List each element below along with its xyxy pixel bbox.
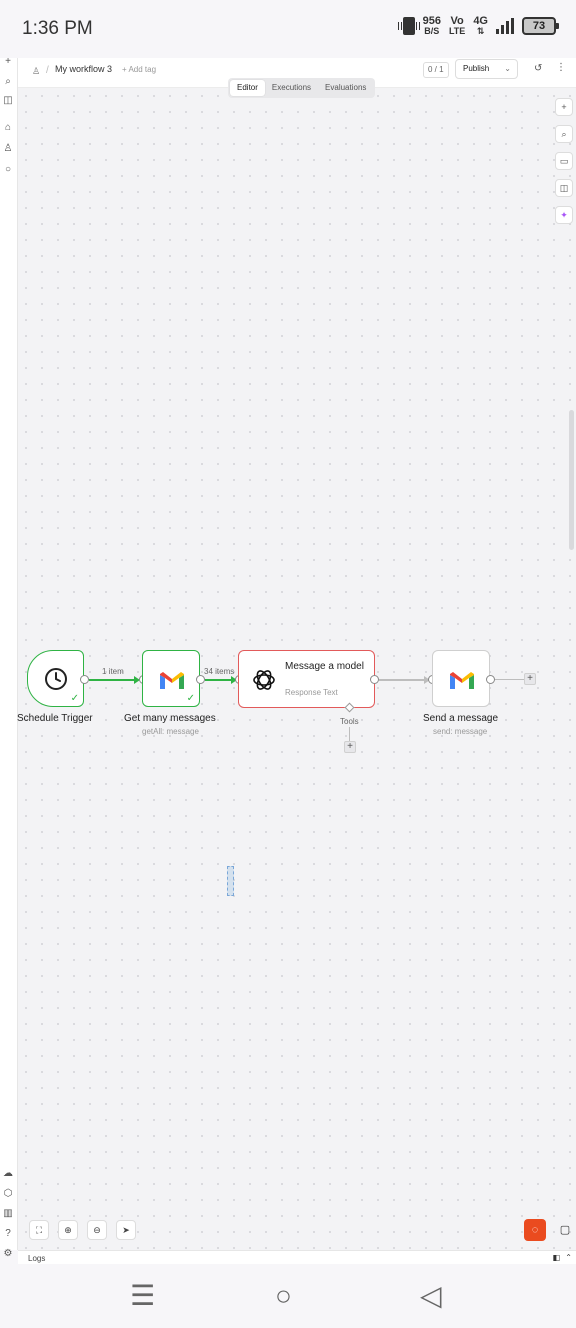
connection-edge[interactable] <box>89 679 135 681</box>
edge-item-count: 34 items <box>204 667 235 676</box>
net-speed: 956 B/S <box>422 15 441 37</box>
gmail-icon <box>160 672 184 689</box>
status-bar: 1:36 PM 956 B/S Vo LTE 4G ⇅ 73 <box>0 0 576 58</box>
panel-dock-icon[interactable]: ◧ <box>552 1253 560 1262</box>
trailing-connector <box>495 679 525 680</box>
openai-node-title: Message a model <box>285 661 364 672</box>
templates-icon[interactable]: ⬡ <box>2 1188 14 1200</box>
publish-button[interactable]: Publish ⌄ <box>455 59 518 79</box>
stop-execution-button[interactable]: ◌ <box>524 1219 546 1241</box>
get-messages-operation: getAll: message <box>142 727 199 736</box>
openai-message-model-node[interactable]: Message a model Response Text <box>238 650 375 708</box>
home-icon[interactable]: ⌂ <box>2 122 14 134</box>
ai-sparkle-icon[interactable]: ✦ <box>555 206 573 224</box>
get-messages-label: Get many messages <box>124 713 216 724</box>
success-check-icon: ✓ <box>186 693 195 704</box>
tab-evaluations[interactable]: Evaluations <box>318 80 373 96</box>
user-icon[interactable]: ♙ <box>2 143 14 155</box>
chat-icon[interactable]: ○ <box>2 164 14 176</box>
network-type: 4G ⇅ <box>473 15 488 37</box>
chevron-up-icon[interactable]: ⌃ <box>565 1253 572 1262</box>
output-handle[interactable] <box>80 675 89 684</box>
history-icon[interactable]: ↺ <box>534 63 542 74</box>
search-icon[interactable]: ⌕ <box>555 125 573 143</box>
connection-edge[interactable] <box>379 679 425 681</box>
help-icon[interactable]: ? <box>2 1228 14 1240</box>
output-handle[interactable] <box>196 675 205 684</box>
status-time: 1:36 PM <box>22 18 93 39</box>
back-icon[interactable]: ◁ <box>420 1280 442 1312</box>
signal-icon <box>496 18 514 34</box>
gmail-get-messages-node[interactable]: ✓ <box>142 650 200 707</box>
add-tag-link[interactable]: + Add tag <box>122 65 156 74</box>
workflow-name[interactable]: My workflow 3 <box>55 64 112 74</box>
panel-toggle-icon[interactable]: ◫ <box>555 179 573 197</box>
add-next-node-button[interactable]: + <box>524 673 536 685</box>
vibrate-icon <box>397 17 420 35</box>
active-counter: 0 / 1 <box>423 62 449 78</box>
fit-view-icon[interactable]: ⛶ <box>29 1220 49 1240</box>
tools-label: Tools <box>340 717 359 726</box>
home-button-icon[interactable]: ○ <box>275 1280 292 1312</box>
status-icons: 956 B/S Vo LTE 4G ⇅ 73 <box>397 15 559 37</box>
insights-icon[interactable]: ▥ <box>2 1208 14 1220</box>
battery-icon: 73 <box>522 17 559 35</box>
chevron-down-icon[interactable]: ⌄ <box>504 60 511 78</box>
user-icon[interactable]: ♙ <box>32 66 40 77</box>
gmail-icon <box>450 672 474 689</box>
gmail-send-message-node[interactable] <box>432 650 490 707</box>
tools-connector-line <box>349 727 350 741</box>
output-handle[interactable] <box>370 675 379 684</box>
left-sidebar-rail: + ⌕ ◫ ⌂ ♙ ○ ☁ ⬡ ▥ ? ⚙ <box>0 56 18 1259</box>
connection-edge[interactable] <box>205 679 232 681</box>
clock-icon <box>45 668 67 690</box>
openai-node-subtitle: Response Text <box>285 688 338 697</box>
logs-label: Logs <box>28 1254 46 1263</box>
cloud-icon[interactable]: ☁ <box>2 1168 14 1180</box>
breadcrumb-separator: / <box>46 65 49 76</box>
schedule-trigger-node[interactable]: ✓ <box>27 650 84 707</box>
canvas-scrollbar[interactable] <box>569 410 574 550</box>
logs-panel-bar[interactable]: Logs ◧ ⌃ <box>18 1250 576 1264</box>
view-tabs: Editor Executions Evaluations <box>228 78 376 98</box>
send-message-label: Send a message <box>423 713 499 724</box>
volte-indicator: Vo LTE <box>448 15 466 37</box>
tab-editor[interactable]: Editor <box>230 80 265 96</box>
selection-placeholder <box>227 866 234 896</box>
schedule-trigger-label: Schedule Trigger <box>17 713 93 724</box>
zoom-in-icon[interactable]: ⊕ <box>58 1220 78 1240</box>
search-icon[interactable]: ⌕ <box>2 76 14 88</box>
send-message-operation: send: message <box>433 727 488 736</box>
success-check-icon: ✓ <box>70 693 79 704</box>
edge-item-count: 1 item <box>102 667 124 676</box>
tab-executions[interactable]: Executions <box>265 80 318 96</box>
add-tool-button[interactable]: + <box>344 741 356 753</box>
square-toggle-icon[interactable]: ▢ <box>556 1220 574 1240</box>
settings-icon[interactable]: ⚙ <box>2 1248 14 1260</box>
panel-icon[interactable]: ◫ <box>2 95 14 107</box>
openai-icon <box>253 670 275 690</box>
zoom-out-icon[interactable]: ⊖ <box>87 1220 107 1240</box>
output-handle[interactable] <box>486 675 495 684</box>
add-node-icon[interactable]: + <box>555 98 573 116</box>
pointer-tool-icon[interactable]: ➤ <box>116 1220 136 1240</box>
more-vertical-icon[interactable]: ⋮ <box>556 62 566 73</box>
plus-icon[interactable]: + <box>2 56 14 68</box>
system-nav-bar: ☰ ○ ◁ <box>0 1264 576 1328</box>
sticky-note-icon[interactable]: ▭ <box>555 152 573 170</box>
recent-apps-icon[interactable]: ☰ <box>130 1280 155 1312</box>
